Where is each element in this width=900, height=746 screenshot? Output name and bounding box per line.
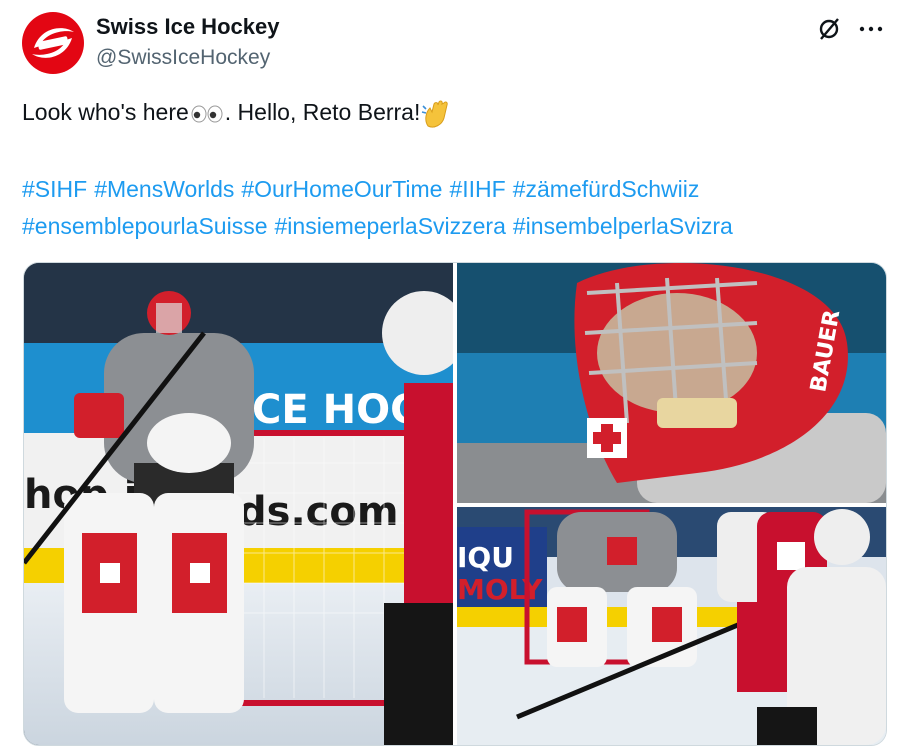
- more-icon[interactable]: [856, 16, 886, 42]
- grok-icon[interactable]: [816, 16, 842, 42]
- hashtag-link[interactable]: #IIHF: [449, 176, 505, 202]
- tweet-text-part1: Look who's here: [22, 99, 189, 126]
- tweet-text-part2: . Hello, Reto Berra!: [224, 99, 421, 126]
- hashtag-link[interactable]: #zämefürdSchwiiz: [513, 176, 700, 202]
- sign-liqui-line2: MOLY: [457, 573, 543, 606]
- photo-practice-action[interactable]: IQU MOLY: [457, 507, 886, 745]
- tweet-text: Look who's here . Hello, Reto Berra!: [22, 98, 452, 130]
- account-name[interactable]: Swiss Ice Hockey: [96, 14, 279, 40]
- account-handle[interactable]: @SwissIceHockey: [96, 46, 270, 70]
- photo-goalie-practice[interactable]: CE HOCKE hop.i ds.com: [24, 263, 453, 745]
- sign-website: ds.com: [238, 489, 399, 535]
- avatar-logo: [32, 28, 74, 58]
- photo-helmet-closeup[interactable]: BAUER: [457, 263, 886, 503]
- hashtag-link[interactable]: #OurHomeOurTime: [241, 176, 442, 202]
- photo-goalie-practice-image: CE HOCKE hop.i ds.com: [24, 263, 453, 745]
- hashtag-link[interactable]: #SIHF: [22, 176, 87, 202]
- hashtag-list: #SIHF #MensWorlds #OurHomeOurTime #IIHF #zäm…: [22, 171, 892, 245]
- hashtag-link[interactable]: #insembelperlaSvizra: [513, 213, 733, 239]
- avatar[interactable]: [22, 12, 84, 74]
- eyes-emoji: [191, 105, 223, 123]
- hashtag-link[interactable]: #MensWorlds: [94, 176, 234, 202]
- wave-emoji: [422, 100, 449, 128]
- photo-helmet-closeup-image: BAUER: [457, 263, 886, 503]
- hashtag-link[interactable]: #insiemeperlaSvizzera: [275, 213, 506, 239]
- hashtag-link[interactable]: #ensemblepourlaSuisse: [22, 213, 268, 239]
- photo-practice-action-image: IQU MOLY: [457, 507, 886, 745]
- sign-liqui-line1: IQU: [457, 541, 514, 574]
- media-grid: CE HOCKE hop.i ds.com: [23, 262, 887, 746]
